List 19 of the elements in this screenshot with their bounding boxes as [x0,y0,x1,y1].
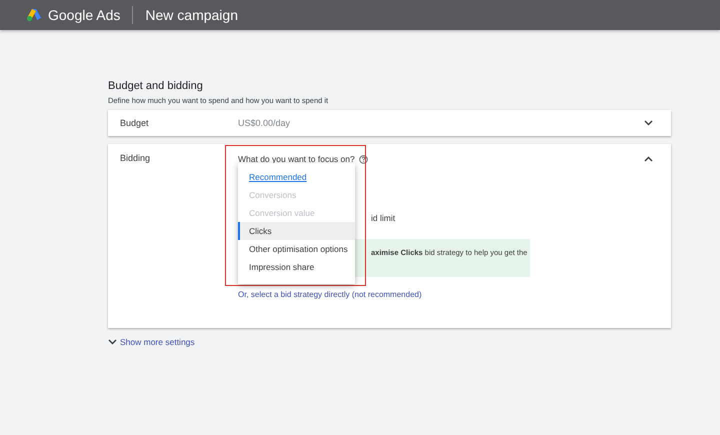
logo-icon [26,8,42,22]
help-icon[interactable] [358,154,368,164]
bidding-label: Bidding [120,153,152,165]
budget-value: US$0.00/day [238,118,292,128]
menu-item[interactable]: Other optimisation options [238,240,355,258]
show-more-settings-link[interactable]: Show more settings [108,337,671,347]
chevron-icon[interactable] [108,339,117,345]
menu-heading[interactable]: Recommended [238,168,355,186]
bid-strategy-link[interactable]: Or, select a bid strategy directly (not recommended) [238,290,644,299]
budget-label: Budget [120,118,150,128]
section-title: Budget and bidding [108,80,204,92]
focus-question: What do you want to focus on? [238,154,355,164]
page-title: New campaign [145,7,238,23]
option-text: id limit [371,213,396,223]
menu-item[interactable]: Clicks [238,222,355,240]
menu-item[interactable]: Impression share [238,258,355,276]
chevron-icon[interactable] [644,120,653,126]
product-name: Google Ads [48,7,120,23]
chevron-icon[interactable] [644,156,653,162]
